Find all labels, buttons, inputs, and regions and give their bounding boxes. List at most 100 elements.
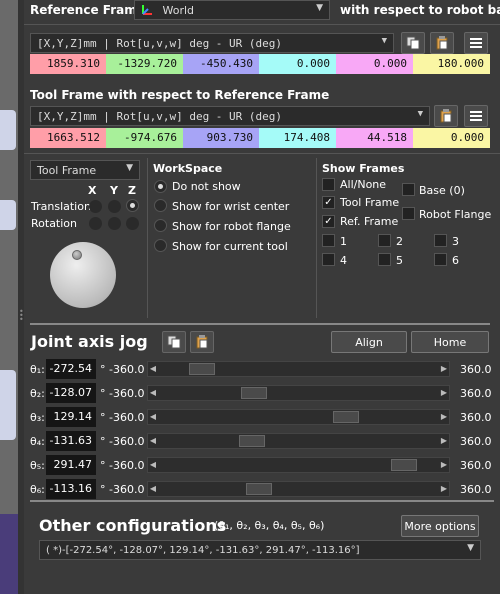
joint-1-label[interactable]: 1 [340,235,347,248]
rotation-x-dot[interactable] [89,217,102,230]
base-checkbox[interactable] [402,183,415,196]
joint-min-label: ° -360.0 [100,483,144,496]
menu-button[interactable] [464,32,488,54]
workspace-option-radio[interactable] [154,180,167,193]
joint-value-input[interactable]: -128.07 [46,383,96,403]
ref-x-value[interactable]: 1859.310 [30,54,106,74]
joint-value-input[interactable]: -113.16 [46,479,96,499]
jog-frame-select[interactable]: Tool Frame ▼ [30,160,140,180]
all-none-label[interactable]: All/None [340,178,386,191]
copy-joints-button[interactable] [162,331,186,353]
ref-y-value[interactable]: -1329.720 [106,54,183,74]
translation-x-dot[interactable] [89,200,102,213]
workspace-option-label[interactable]: Show for wrist center [172,200,289,213]
tool-w-value[interactable]: 0.000 [413,128,490,148]
joint-slider[interactable]: ◀ ▶ [147,361,450,377]
joint-slider[interactable]: ◀ ▶ [147,385,450,401]
tool-v-value[interactable]: 44.518 [336,128,413,148]
slider-left-arrow-icon[interactable]: ◀ [148,458,158,472]
slider-left-arrow-icon[interactable]: ◀ [148,434,158,448]
robot-flange-label[interactable]: Robot Flange [419,208,491,221]
slider-right-arrow-icon[interactable]: ▶ [439,434,449,448]
rotation-z-dot[interactable] [126,217,139,230]
slider-thumb[interactable] [239,435,265,447]
robot-flange-checkbox[interactable] [402,207,415,220]
joint-value-input[interactable]: 129.14 [46,407,96,427]
translation-z-dot[interactable] [126,199,139,212]
slider-thumb[interactable] [391,459,417,471]
reference-frame-values: 1859.310 -1329.720 -450.430 0.000 0.000 … [30,54,490,74]
paste-button[interactable] [434,105,458,127]
slider-thumb[interactable] [246,483,272,495]
joint-3-checkbox[interactable] [434,234,447,247]
joint-row: θ₁: -272.54 ° -360.0 ◀ ▶ 360.0 [30,359,494,379]
copy-button[interactable] [401,32,425,54]
tool-frame-checkbox[interactable]: ✓ [322,196,335,209]
ref-frame-check-label[interactable]: Ref. Frame [340,215,398,228]
joint-value-input[interactable]: -131.63 [46,431,96,451]
joint-value-input[interactable]: -272.54 [46,359,96,379]
ref-w-value[interactable]: 180.000 [413,54,490,74]
slider-left-arrow-icon[interactable]: ◀ [148,386,158,400]
reference-frame-select[interactable]: World ▼ [134,0,330,20]
joint-slider[interactable]: ◀ ▶ [147,481,450,497]
slider-thumb[interactable] [189,363,215,375]
configuration-select[interactable]: ( *)-[-272.54°, -128.07°, 129.14°, -131.… [39,540,481,560]
tool-y-value[interactable]: -974.676 [106,128,183,148]
paste-button[interactable] [430,32,454,54]
workspace-option-label[interactable]: Show for current tool [172,240,288,253]
reference-format-select[interactable]: [X,Y,Z]mm | Rot[u,v,w] deg - UR (deg) ▼ [30,33,394,53]
joint-5-checkbox[interactable] [378,253,391,266]
joint-4-checkbox[interactable] [322,253,335,266]
ref-v-value[interactable]: 0.000 [336,54,413,74]
tool-u-value[interactable]: 174.408 [259,128,336,148]
slider-left-arrow-icon[interactable]: ◀ [148,362,158,376]
paste-icon [436,36,448,50]
ref-z-value[interactable]: -450.430 [183,54,259,74]
joint-slider[interactable]: ◀ ▶ [147,457,450,473]
tool-z-value[interactable]: 903.730 [183,128,259,148]
slider-left-arrow-icon[interactable]: ◀ [148,482,158,496]
workspace-option-radio[interactable] [154,219,167,232]
joint-slider[interactable]: ◀ ▶ [147,433,450,449]
slider-right-arrow-icon[interactable]: ▶ [439,362,449,376]
joint-2-checkbox[interactable] [378,234,391,247]
translation-y-dot[interactable] [108,200,121,213]
rotation-y-dot[interactable] [108,217,121,230]
joint-4-label[interactable]: 4 [340,254,347,267]
slider-right-arrow-icon[interactable]: ▶ [439,386,449,400]
joint-1-checkbox[interactable] [322,234,335,247]
slider-thumb[interactable] [241,387,267,399]
more-options-button[interactable]: More options [401,515,479,537]
all-none-checkbox[interactable] [322,178,335,191]
slider-right-arrow-icon[interactable]: ▶ [439,410,449,424]
joint-5-label[interactable]: 5 [396,254,403,267]
joint-6-label[interactable]: 6 [452,254,459,267]
align-button[interactable]: Align [331,331,407,353]
ref-u-value[interactable]: 0.000 [259,54,336,74]
slider-thumb[interactable] [333,411,359,423]
joint-value-input[interactable]: 291.47 [46,455,96,475]
base-label[interactable]: Base (0) [419,184,465,197]
paste-joints-button[interactable] [190,331,214,353]
tool-frame-check-label[interactable]: Tool Frame [340,196,399,209]
joint-2-label[interactable]: 2 [396,235,403,248]
ref-frame-checkbox[interactable]: ✓ [322,215,335,228]
home-button[interactable]: Home [411,331,489,353]
slider-right-arrow-icon[interactable]: ▶ [439,482,449,496]
slider-left-arrow-icon[interactable]: ◀ [148,410,158,424]
jog-knob[interactable] [50,242,116,308]
workspace-option-radio[interactable] [154,199,167,212]
joint-6-checkbox[interactable] [434,253,447,266]
knob-handle[interactable] [72,250,82,260]
slider-right-arrow-icon[interactable]: ▶ [439,458,449,472]
joint-slider[interactable]: ◀ ▶ [147,409,450,425]
workspace-option-label[interactable]: Show for robot flange [172,220,291,233]
workspace-option-label[interactable]: Do not show [172,180,241,193]
tool-format-select[interactable]: [X,Y,Z]mm | Rot[u,v,w] deg - UR (deg) ▼ [30,106,430,126]
tool-x-value[interactable]: 1663.512 [30,128,106,148]
menu-button[interactable] [464,105,488,127]
workspace-option-radio[interactable] [154,239,167,252]
splitter-grip[interactable]: • • • [19,308,24,330]
joint-3-label[interactable]: 3 [452,235,459,248]
